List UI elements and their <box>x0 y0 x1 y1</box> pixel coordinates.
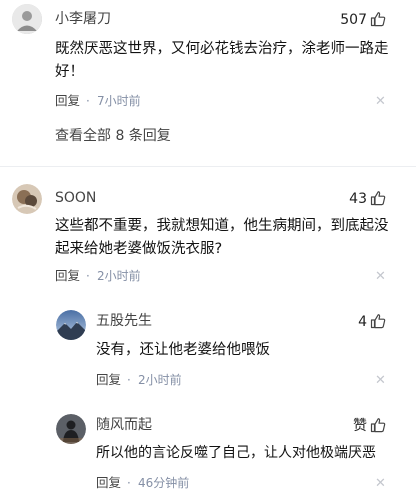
view-all-replies-link[interactable]: 查看全部 8 条回复 <box>55 127 171 145</box>
comment-username[interactable]: SOON <box>55 189 96 207</box>
reply-button[interactable]: 回复 <box>96 475 121 491</box>
dot-separator: · <box>86 269 90 283</box>
reply-text: 所以他的言论反噬了自己，让人对他极端厌恶 <box>96 445 376 461</box>
reply-text: 没有，还让他老婆给他喂饭 <box>96 342 270 358</box>
like-count: 4 <box>358 314 367 330</box>
thumbs-up-icon <box>370 12 386 27</box>
comment-text-line: 起来给她老婆做饭洗衣服? <box>55 241 223 257</box>
avatar-image <box>56 414 86 444</box>
thumbs-up-icon <box>370 191 386 206</box>
reply-button[interactable]: 回复 <box>55 93 80 109</box>
avatar-image <box>12 184 42 214</box>
like-label: 赞 <box>353 418 367 434</box>
dot-separator: · <box>127 476 131 490</box>
dot-separator: · <box>127 373 131 387</box>
comment-time: 46分钟前 <box>138 476 190 490</box>
comment-text-line: 这些都不重要，我就想知道，他生病期间，到底起没 <box>55 218 389 234</box>
comment-time: 7小时前 <box>97 94 141 108</box>
comment-text-line: 好！ <box>55 64 84 80</box>
divider <box>0 166 416 167</box>
like-button[interactable] <box>370 11 386 31</box>
reply-button[interactable]: 回复 <box>96 372 121 388</box>
comment-text: 这些都不重要，我就想知道，他生病期间，到底起没 起来给她老婆做饭洗衣服? <box>55 215 395 261</box>
avatar[interactable] <box>12 4 42 34</box>
like-button[interactable] <box>370 417 386 437</box>
thumbs-up-icon <box>370 314 386 329</box>
like-count: 507 <box>340 12 367 28</box>
reply-username[interactable]: 五股先生 <box>96 312 152 330</box>
like-button[interactable] <box>370 313 386 333</box>
comment-text: 既然厌恶这世界，又何必花钱去治疗，涂老师一路走 好！ <box>55 38 395 84</box>
avatar[interactable] <box>56 414 86 444</box>
dot-separator: · <box>86 94 90 108</box>
reply-button[interactable]: 回复 <box>55 268 80 284</box>
avatar[interactable] <box>12 184 42 214</box>
like-count: 43 <box>349 191 367 207</box>
thumbs-up-icon <box>370 418 386 433</box>
close-icon[interactable]: ✕ <box>375 270 386 284</box>
comment-username[interactable]: 小李屠刀 <box>55 10 111 28</box>
avatar-image <box>56 310 86 340</box>
close-icon[interactable]: ✕ <box>375 477 386 491</box>
close-icon[interactable]: ✕ <box>375 374 386 388</box>
like-button[interactable] <box>370 190 386 210</box>
close-icon[interactable]: ✕ <box>375 95 386 109</box>
comment-time: 2小时前 <box>138 373 182 387</box>
comment-text-line: 既然厌恶这世界，又何必花钱去治疗，涂老师一路走 <box>55 41 389 57</box>
avatar[interactable] <box>56 310 86 340</box>
reply-username[interactable]: 随风而起 <box>96 416 152 434</box>
avatar-image <box>12 4 42 34</box>
comment-time: 2小时前 <box>97 269 141 283</box>
